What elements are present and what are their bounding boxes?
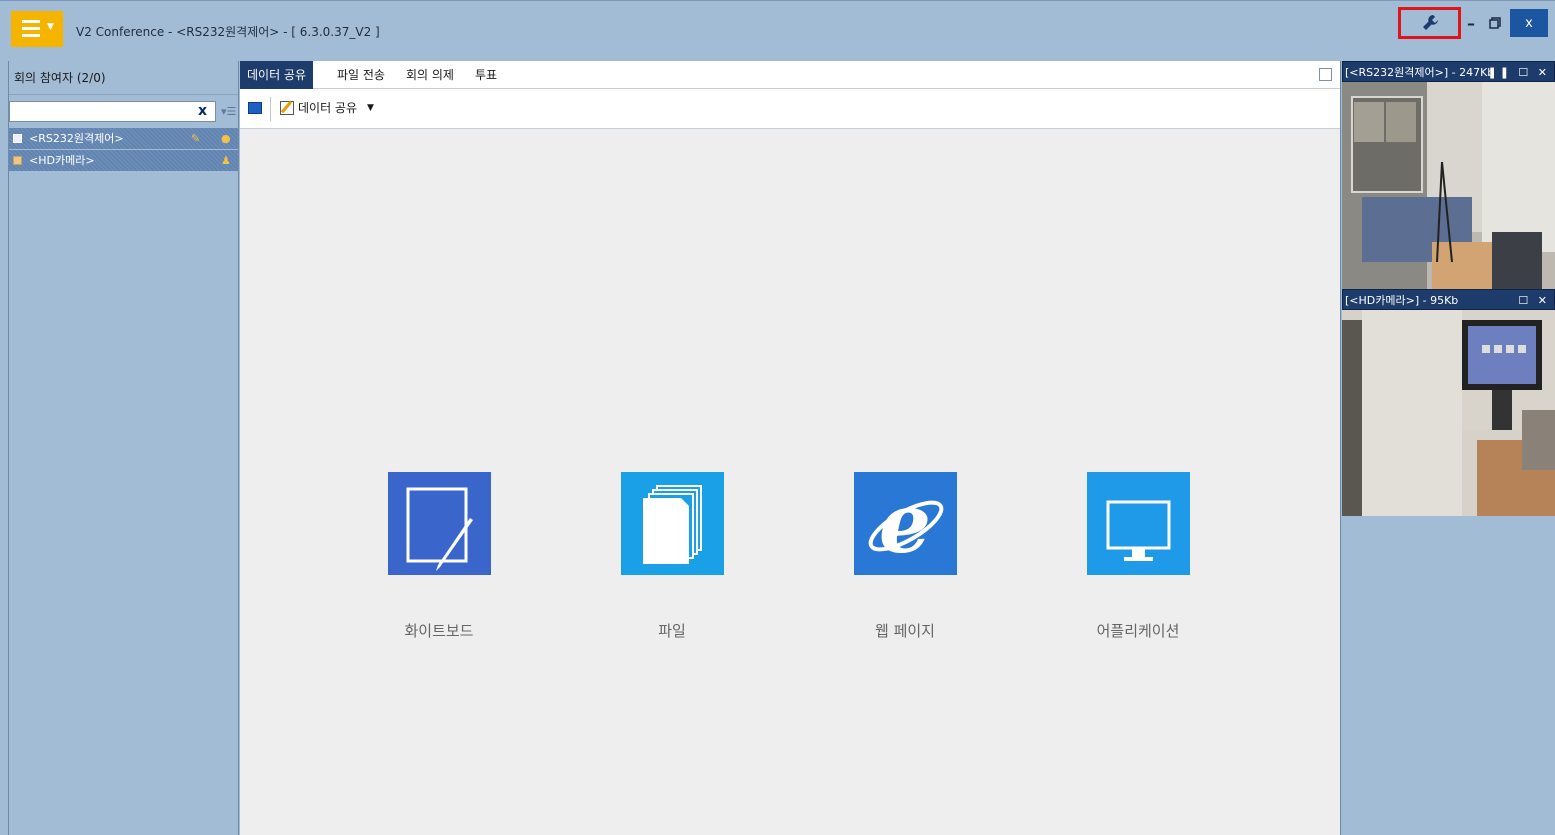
participant-search-row: x ▾☰ — [9, 95, 238, 128]
video-frame-image — [1342, 82, 1555, 289]
panel-toggle-icon[interactable] — [248, 102, 262, 114]
video-controls[interactable]: ❚❚ ☐ ✕ — [1487, 62, 1550, 83]
dropdown-arrow-icon: ▼ — [367, 102, 374, 113]
participant-status-icon — [13, 134, 22, 143]
whiteboard-icon — [406, 487, 473, 571]
presenter-icon[interactable]: ● — [221, 128, 231, 149]
participant-header: 회의 참여자 (2/0) — [9, 61, 238, 95]
whiteboard-tile[interactable] — [388, 472, 491, 575]
data-share-dropdown[interactable]: 데이터 공유 ▼ — [280, 99, 374, 116]
caret-down-icon: ▼ — [47, 22, 54, 32]
video-controls[interactable]: ☐ ✕ — [1518, 290, 1550, 311]
participant-item[interactable]: <HD카메라> ♟ — [9, 150, 238, 171]
web-page-tile[interactable]: e — [854, 472, 957, 575]
data-share-label: 데이터 공유 — [298, 101, 358, 115]
file-label: 파일 — [658, 622, 686, 640]
application-tile[interactable] — [1087, 472, 1190, 575]
tab-data-share[interactable]: 데이터 공유 — [240, 61, 314, 89]
window-title: V2 Conference - <RS232원격제어> - [ 6.3.0.37… — [76, 25, 380, 39]
video-header: [<HD카메라>] - 95Kb ☐ ✕ — [1342, 289, 1555, 310]
wrench-icon — [1422, 15, 1438, 30]
user-icon[interactable]: ♟ — [221, 150, 231, 171]
title-bar: ▼ V2 Conference - <RS232원격제어> - [ 6.3.0.… — [0, 0, 1555, 58]
main-menu-button[interactable]: ▼ — [11, 11, 63, 47]
filter-list-icon[interactable]: ▾☰ — [221, 105, 236, 118]
participant-status-icon — [13, 156, 22, 165]
search-clear-icon[interactable]: x — [198, 103, 207, 119]
video-header: [<RS232원격제어>] - 247Kb ❚❚ ☐ ✕ — [1342, 61, 1555, 82]
video-feed-hdcamera[interactable] — [1342, 310, 1555, 516]
video-title: [<HD카메라>] - 95Kb — [1345, 294, 1459, 307]
video-feed-rs232[interactable] — [1342, 82, 1555, 289]
minimize-button[interactable]: – — [1461, 7, 1481, 39]
tab-agenda[interactable]: 회의 의제 — [399, 61, 461, 89]
video-panel: [<RS232원격제어>] - 247Kb ❚❚ ☐ ✕ [<HD카메라>] -… — [1342, 61, 1555, 835]
participant-panel: 회의 참여자 (2/0) x ▾☰ <RS232원격제어> ✎ ● <HD카메라… — [8, 61, 239, 835]
tab-file-transfer[interactable]: 파일 전송 — [330, 61, 392, 89]
fullscreen-icon[interactable] — [1319, 68, 1332, 81]
file-tile[interactable] — [621, 472, 724, 575]
hamburger-icon — [22, 20, 40, 38]
settings-wrench-button[interactable] — [1398, 7, 1461, 39]
restore-button[interactable] — [1483, 7, 1507, 39]
main-panel: 데이터 공유 파일 전송 회의 의제 투표 데이터 공유 ▼ 화이트보드 파일 — [240, 61, 1341, 835]
edit-note-icon[interactable]: ✎ — [191, 128, 200, 149]
participant-search-input[interactable] — [9, 101, 216, 122]
whiteboard-label: 화이트보드 — [404, 622, 474, 640]
close-button[interactable]: x — [1510, 9, 1548, 37]
tab-vote[interactable]: 투표 — [468, 61, 504, 89]
participant-label: <RS232원격제어> — [29, 132, 124, 145]
edit-icon — [280, 100, 294, 115]
restore-icon — [1489, 17, 1501, 29]
file-icon — [643, 485, 702, 564]
ie-icon: e — [868, 476, 944, 572]
participant-label: <HD카메라> — [29, 154, 95, 167]
application-label: 어플리케이션 — [1096, 622, 1180, 640]
web-page-label: 웹 페이지 — [875, 622, 935, 640]
toolbar: 데이터 공유 ▼ — [240, 89, 1340, 129]
tab-bar: 데이터 공유 파일 전송 회의 의제 투표 — [240, 61, 1340, 89]
video-title: [<RS232원격제어>] - 247Kb — [1345, 66, 1495, 79]
monitor-icon — [1106, 500, 1171, 561]
participant-item[interactable]: <RS232원격제어> ✎ ● — [9, 128, 238, 149]
video-frame-image — [1342, 310, 1555, 516]
toolbar-divider — [270, 97, 271, 121]
